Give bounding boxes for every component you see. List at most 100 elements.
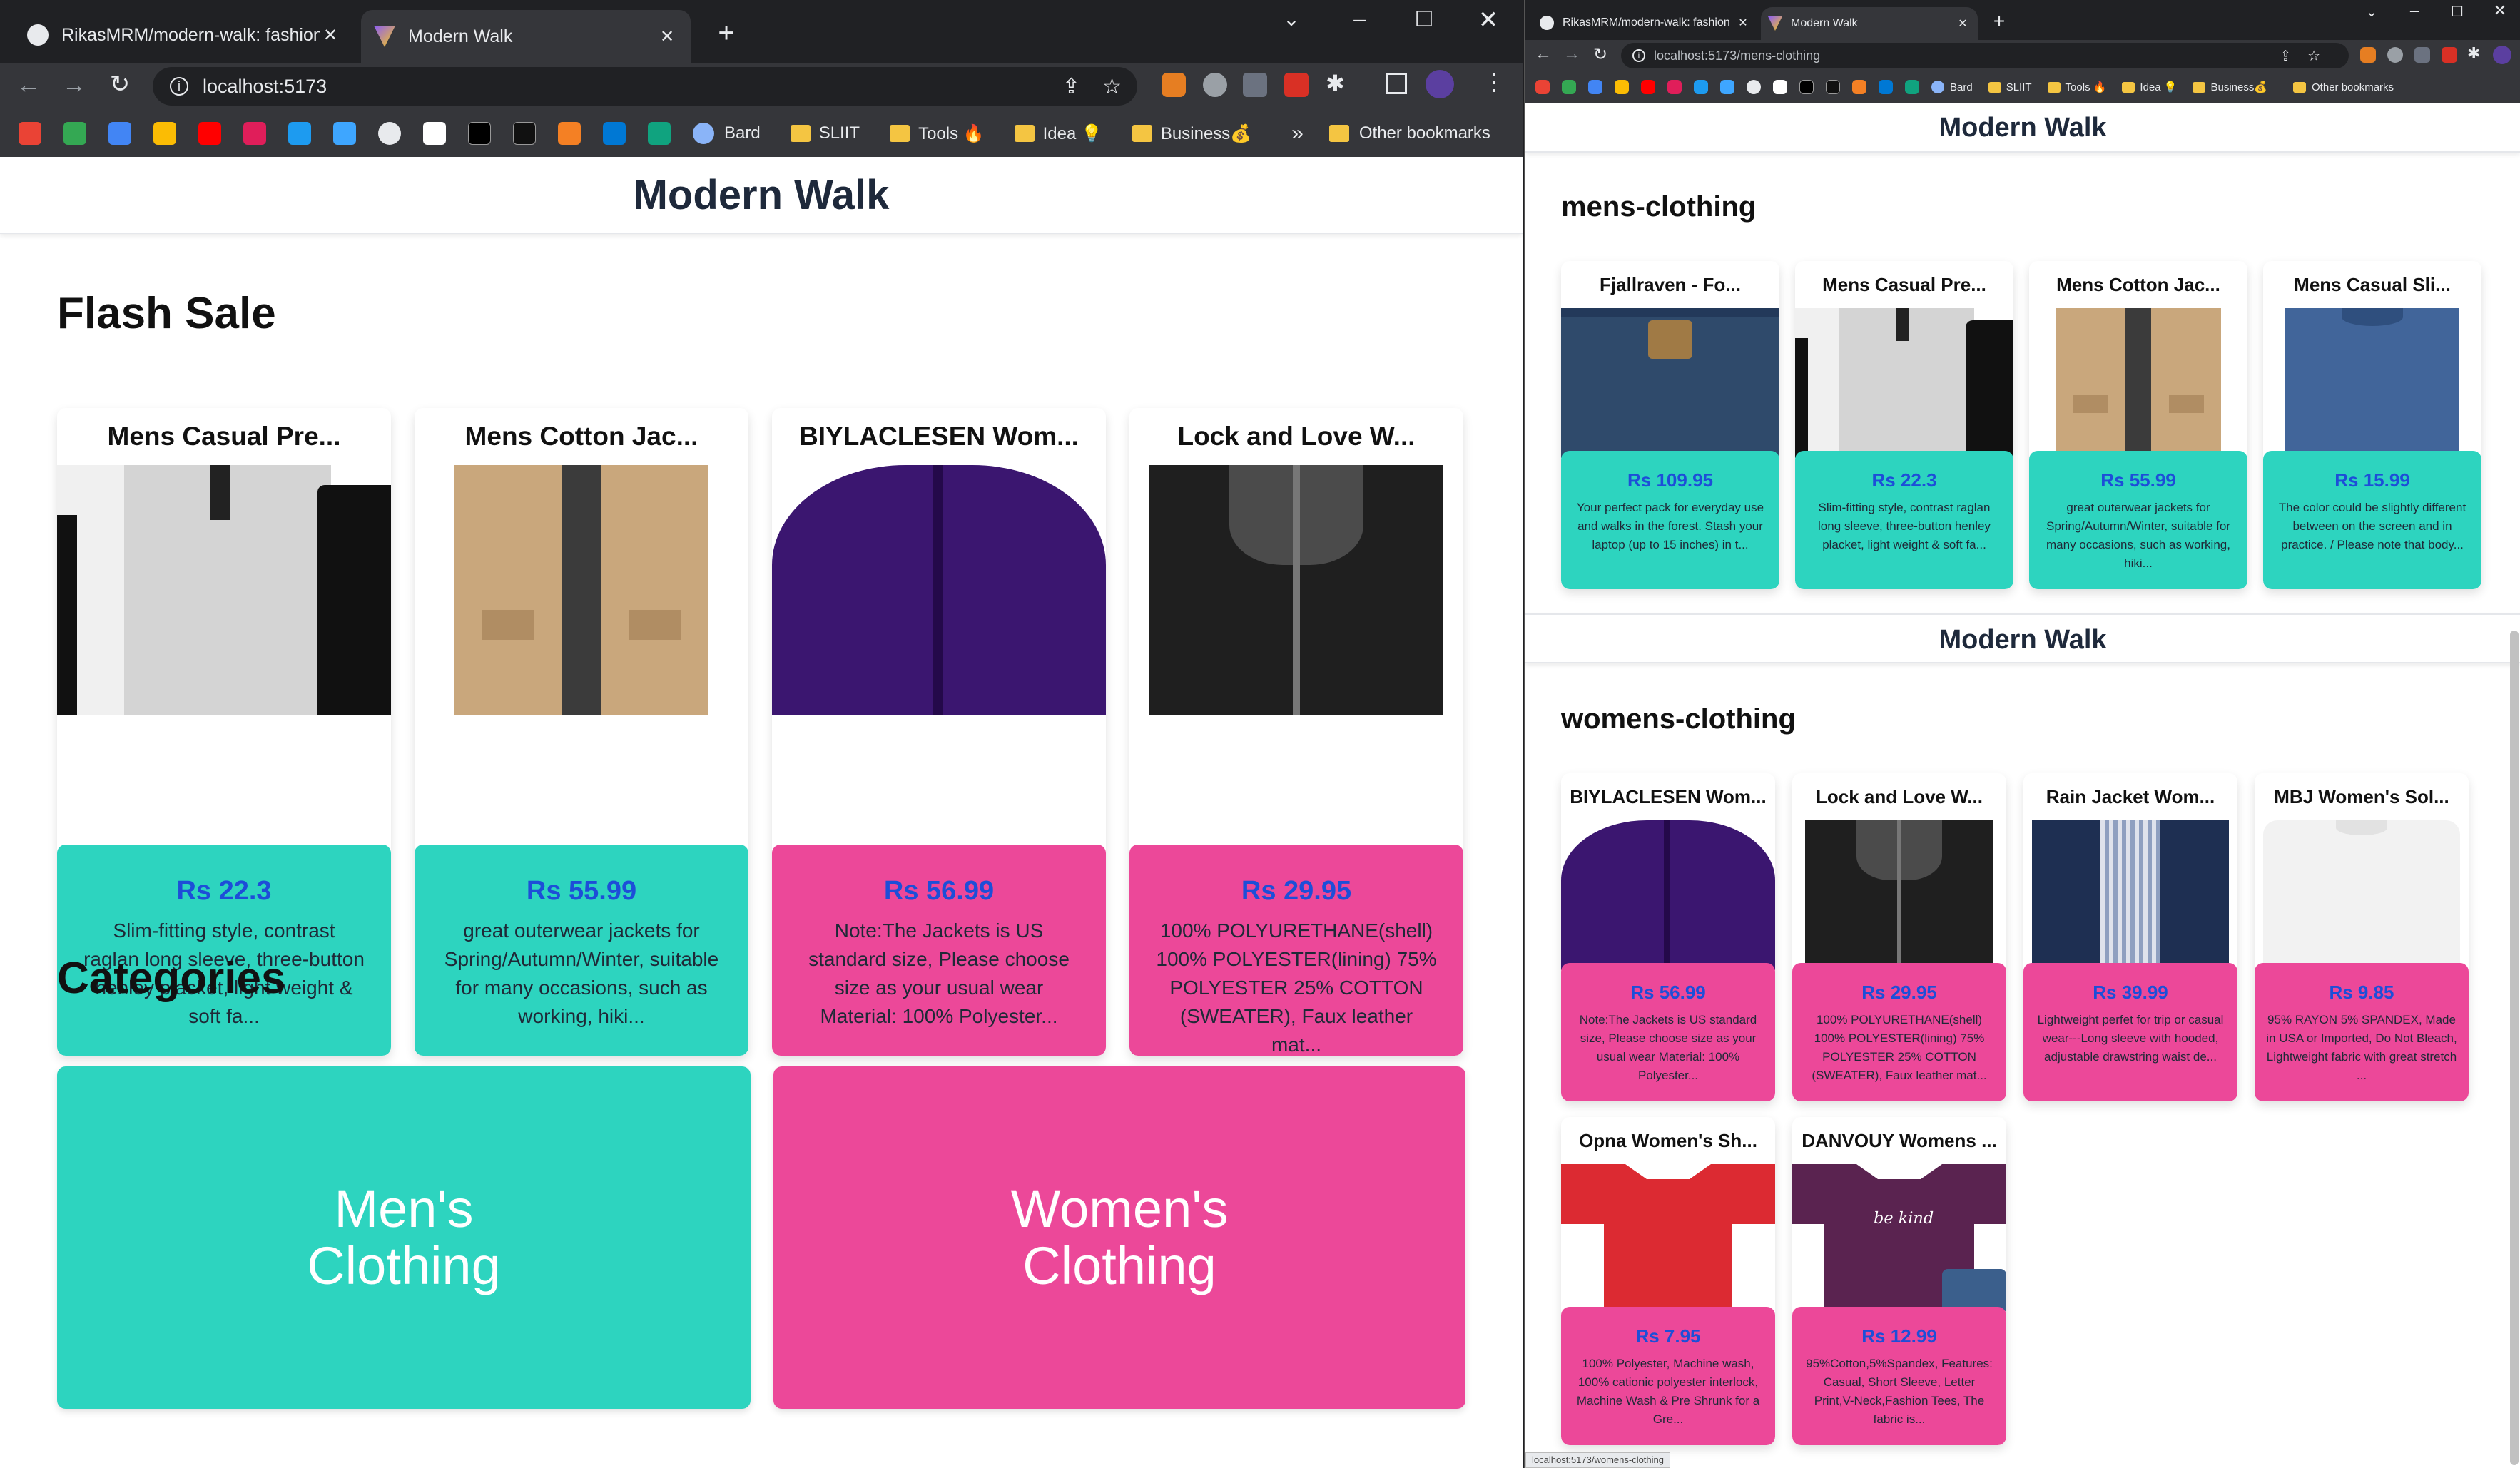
bookmark-idea[interactable]: Idea 💡 — [2140, 81, 2177, 93]
more-bookmarks-icon[interactable]: » — [1291, 121, 1304, 146]
extension-icon[interactable] — [2442, 47, 2457, 63]
product-card[interactable]: Mens Cotton Jac... Rs 55.99 great outerwea… — [2029, 261, 2247, 589]
chatgpt-icon[interactable] — [648, 122, 671, 145]
tab-modern-walk[interactable]: Modern Walk ✕ — [1761, 7, 1978, 40]
close-icon[interactable]: ✕ — [320, 25, 341, 46]
hashnode-icon[interactable] — [513, 122, 536, 145]
close-icon[interactable]: ✕ — [1955, 16, 1971, 31]
twitter-icon[interactable] — [288, 122, 311, 145]
extension-icon[interactable] — [2414, 47, 2430, 63]
address-bar[interactable]: i localhost:5173/mens-clothing ⇪ ☆ — [1621, 43, 2349, 68]
site-title[interactable]: Modern Walk — [0, 157, 1523, 234]
bookmark-sliit[interactable]: SLIIT — [819, 123, 860, 143]
star-icon[interactable]: ☆ — [1102, 74, 1122, 99]
product-card[interactable]: Fjallraven - Fo... Rs 109.95 Your perfect … — [1561, 261, 1779, 589]
slack-icon[interactable] — [243, 122, 266, 145]
product-card[interactable]: Rain Jacket Wom... Rs 39.99 Lightweight pe… — [2023, 773, 2237, 1101]
youtube-icon[interactable] — [1641, 80, 1655, 94]
github-icon[interactable] — [1747, 80, 1761, 94]
tab-search-icon[interactable]: ⌄ — [1270, 7, 1313, 43]
window-close-icon[interactable]: ✕ — [1467, 6, 1510, 41]
product-card[interactable]: Lock and Love W... Rs 29.95 100% POLYURETH… — [1792, 773, 2006, 1101]
youtube-icon[interactable] — [198, 122, 221, 145]
maximize-icon[interactable]: ☐ — [1403, 7, 1446, 43]
outlook-icon[interactable] — [1879, 80, 1893, 94]
site-title[interactable]: Modern Walk — [1525, 613, 2520, 663]
drive-icon[interactable] — [63, 122, 86, 145]
bookmark-tools[interactable]: Tools 🔥 — [918, 123, 985, 144]
gmail-icon[interactable] — [19, 122, 41, 145]
close-icon[interactable]: ✕ — [656, 26, 678, 47]
tab-github[interactable]: RikasMRM/modern-walk: fashion ✕ — [1533, 7, 1758, 39]
twitter-icon[interactable] — [1694, 80, 1708, 94]
menu-icon[interactable]: ⋮ — [1483, 68, 1505, 96]
chatgpt-icon[interactable] — [1905, 80, 1919, 94]
stackoverflow-icon[interactable] — [558, 122, 581, 145]
category-womens-clothing[interactable]: Women's Clothing — [773, 1066, 1465, 1409]
scrollbar[interactable] — [2510, 631, 2519, 1465]
extension-icon[interactable] — [1284, 73, 1309, 97]
keep-icon[interactable] — [153, 122, 176, 145]
reload-icon[interactable]: ↻ — [1590, 44, 1611, 65]
back-icon[interactable]: ← — [13, 71, 44, 99]
product-card[interactable]: Mens Casual Pre... Rs 22.3 Slim-fitting st… — [1795, 261, 2013, 589]
sidepanel-icon[interactable] — [1386, 73, 1407, 94]
product-card[interactable]: DANVOUY Womens ... be kind Rs 12.99 95%Cott… — [1792, 1117, 2006, 1445]
product-card[interactable]: Lock and Love W... Rs 29.95 100% POLYURETH… — [1129, 408, 1463, 1056]
site-title[interactable]: Modern Walk — [1525, 103, 2520, 153]
product-card[interactable]: MBJ Women's Sol... Rs 9.85 95% RAYON 5% SP… — [2255, 773, 2469, 1101]
minimize-icon[interactable]: – — [1338, 6, 1381, 41]
new-tab-button[interactable]: + — [706, 13, 746, 53]
share-icon[interactable]: ⇪ — [1062, 74, 1080, 99]
other-bookmarks[interactable]: Other bookmarks — [1359, 123, 1490, 143]
extension-icon[interactable] — [1243, 73, 1267, 97]
tool-icon[interactable] — [1720, 80, 1734, 94]
extension-icon[interactable] — [1203, 73, 1227, 97]
tab-modern-walk[interactable]: Modern Walk ✕ — [361, 10, 691, 63]
minimize-icon[interactable]: – — [2400, 1, 2429, 20]
medium-icon[interactable] — [1773, 80, 1787, 94]
extension-icon[interactable] — [2360, 47, 2376, 63]
star-icon[interactable]: ☆ — [2307, 47, 2320, 65]
back-icon[interactable]: ← — [1533, 44, 1554, 64]
bookmark-idea[interactable]: Idea 💡 — [1043, 123, 1102, 144]
stackoverflow-icon[interactable] — [1852, 80, 1866, 94]
gmail-icon[interactable] — [1535, 80, 1550, 94]
share-icon[interactable]: ⇪ — [2280, 47, 2292, 65]
bookmark-business[interactable]: Business💰 — [1161, 123, 1251, 144]
bookmark-sliit[interactable]: SLIIT — [2006, 81, 2032, 93]
address-bar[interactable]: i localhost:5173 ⇪ ☆ — [153, 67, 1137, 106]
bookmark-tools[interactable]: Tools 🔥 — [2066, 81, 2107, 93]
outlook-icon[interactable] — [603, 122, 626, 145]
category-mens-clothing[interactable]: Men's Clothing — [57, 1066, 751, 1409]
extension-icon[interactable] — [2387, 47, 2403, 63]
forward-icon[interactable]: → — [1561, 44, 1582, 64]
tab-search-icon[interactable]: ⌄ — [2357, 3, 2386, 21]
puzzle-icon[interactable]: ✱ — [1326, 70, 1345, 97]
dev-icon[interactable] — [468, 122, 491, 145]
avatar[interactable] — [2493, 46, 2511, 64]
hashnode-icon[interactable] — [1826, 80, 1840, 94]
bookmark-bard[interactable]: Bard — [1950, 81, 1973, 93]
avatar[interactable] — [1426, 70, 1454, 98]
maximize-icon[interactable]: ☐ — [2443, 3, 2471, 21]
keep-icon[interactable] — [1615, 80, 1629, 94]
product-card[interactable]: BIYLACLESEN Wom... Rs 56.99 Note:The Jacke… — [772, 408, 1106, 1056]
tab-github[interactable]: RikasMRM/modern-walk: fashion ✕ — [14, 10, 354, 60]
bookmark-bard[interactable]: Bard — [724, 123, 761, 143]
new-tab-button[interactable]: + — [1986, 9, 2012, 34]
window-close-icon[interactable]: ✕ — [2486, 1, 2514, 20]
puzzle-icon[interactable]: ✱ — [2467, 44, 2480, 63]
tool-icon[interactable] — [333, 122, 356, 145]
calendar-icon[interactable] — [108, 122, 131, 145]
product-card[interactable]: Mens Casual Sli... Rs 15.99 The color coul… — [2263, 261, 2481, 589]
slack-icon[interactable] — [1667, 80, 1682, 94]
bookmark-business[interactable]: Business💰 — [2210, 81, 2267, 93]
github-icon[interactable] — [378, 122, 401, 145]
extension-icon[interactable] — [1162, 73, 1186, 97]
reload-icon[interactable]: ↻ — [104, 70, 136, 98]
product-card[interactable]: Mens Cotton Jac... Rs 55.99 great outerwea… — [415, 408, 748, 1056]
close-icon[interactable]: ✕ — [1735, 16, 1751, 30]
product-card[interactable]: Opna Women's Sh... Rs 7.95 100% Polyester,… — [1561, 1117, 1775, 1445]
drive-icon[interactable] — [1562, 80, 1576, 94]
